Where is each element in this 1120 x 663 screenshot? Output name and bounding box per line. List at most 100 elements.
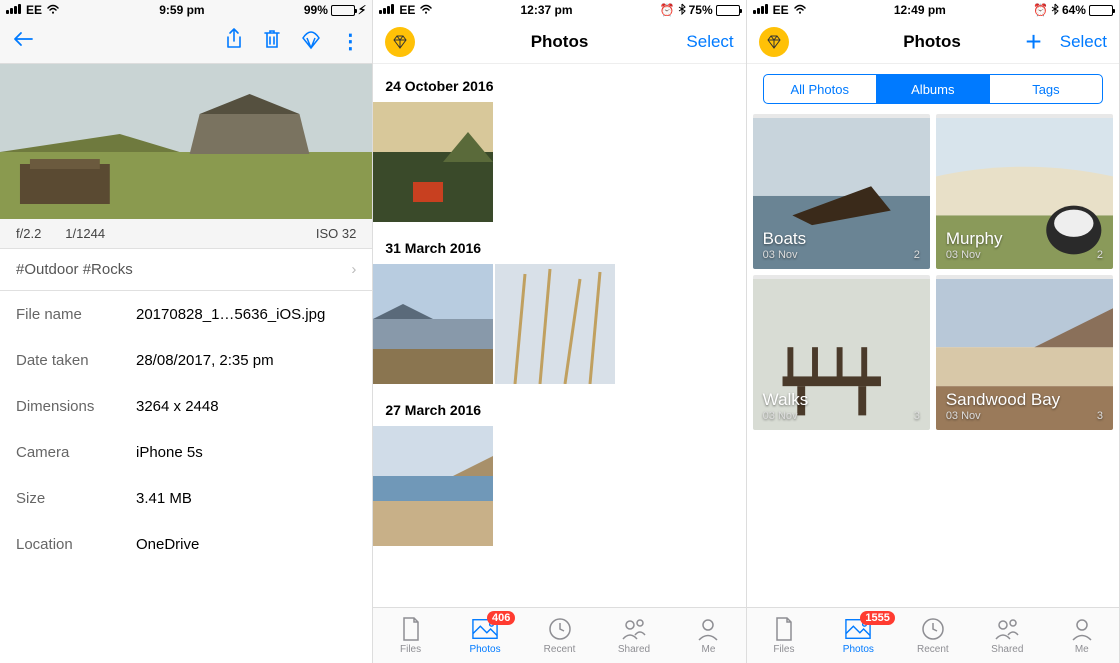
photo-preview[interactable] bbox=[0, 64, 372, 219]
filename-value: 20170828_1…5636_iOS.jpg bbox=[136, 306, 325, 323]
datetaken-label: Date taken bbox=[16, 352, 136, 369]
aperture-value: f/2.2 bbox=[16, 226, 41, 241]
album-sandwood-bay[interactable]: Sandwood Bay 03 Nov3 bbox=[936, 275, 1113, 430]
location-value: OneDrive bbox=[136, 536, 199, 553]
album-count: 3 bbox=[1097, 410, 1103, 422]
segment-tags[interactable]: Tags bbox=[990, 75, 1102, 103]
person-icon bbox=[695, 616, 721, 642]
tab-recent[interactable]: Recent bbox=[522, 608, 596, 663]
person-icon bbox=[1069, 616, 1095, 642]
status-bar: EE 9:59 pm 99% ⚡︎ bbox=[0, 0, 372, 20]
segmented-control: All Photos Albums Tags bbox=[763, 74, 1103, 104]
premium-badge-icon[interactable] bbox=[759, 27, 789, 57]
segment-albums[interactable]: Albums bbox=[877, 75, 990, 103]
size-label: Size bbox=[16, 490, 136, 507]
tab-files[interactable]: Files bbox=[373, 608, 447, 663]
iso-value: ISO 32 bbox=[316, 226, 356, 241]
alarm-icon: ⏰ bbox=[660, 3, 675, 17]
photo-thumbnail[interactable] bbox=[373, 264, 493, 384]
tab-files[interactable]: Files bbox=[747, 608, 821, 663]
album-date: 03 Nov bbox=[763, 249, 798, 261]
charging-icon: ⚡︎ bbox=[358, 3, 366, 17]
tab-label: Recent bbox=[544, 644, 576, 655]
battery-icon bbox=[331, 5, 355, 16]
nav-bar: ⋮ bbox=[0, 20, 372, 64]
tab-recent[interactable]: Recent bbox=[896, 608, 970, 663]
date-header: 31 March 2016 bbox=[373, 226, 745, 264]
delete-button[interactable] bbox=[262, 28, 282, 55]
bluetooth-icon bbox=[678, 3, 686, 18]
nav-bar: Photos Select bbox=[373, 20, 745, 64]
parachute-icon[interactable] bbox=[300, 28, 322, 55]
alarm-icon: ⏰ bbox=[1033, 3, 1048, 17]
tab-bar: Files Photos 1555 Recent Shared Me bbox=[747, 607, 1119, 663]
tags-text: #Outdoor #Rocks bbox=[16, 261, 133, 278]
tab-label: Shared bbox=[991, 644, 1023, 655]
carrier-label: EE bbox=[773, 3, 789, 17]
album-date: 03 Nov bbox=[946, 249, 981, 261]
location-label: Location bbox=[16, 536, 136, 553]
battery-pct: 99% bbox=[304, 3, 328, 17]
photo-thumbnail[interactable] bbox=[495, 264, 615, 384]
tab-label: Files bbox=[400, 644, 421, 655]
shared-icon bbox=[621, 616, 647, 642]
album-name: Boats bbox=[763, 229, 920, 249]
shared-icon bbox=[994, 616, 1020, 642]
tab-label: Photos bbox=[469, 644, 500, 655]
clock-icon bbox=[547, 616, 573, 642]
signal-icon bbox=[6, 3, 22, 17]
battery-pct: 75% bbox=[689, 3, 713, 17]
signal-icon bbox=[753, 3, 769, 17]
row-location: Location OneDrive bbox=[0, 521, 372, 567]
battery-icon bbox=[716, 5, 740, 16]
albums-grid: Boats 03 Nov2 Murphy 03 Nov 2 Walks 03 No… bbox=[747, 114, 1119, 430]
add-button[interactable]: + bbox=[1025, 28, 1041, 56]
file-icon bbox=[398, 616, 424, 642]
photo-thumbnail[interactable] bbox=[373, 426, 493, 546]
file-icon bbox=[771, 616, 797, 642]
album-name: Murphy bbox=[946, 229, 1103, 249]
tab-photos[interactable]: Photos 406 bbox=[448, 608, 522, 663]
album-boats[interactable]: Boats 03 Nov2 bbox=[753, 114, 930, 269]
album-walks[interactable]: Walks 03 Nov3 bbox=[753, 275, 930, 430]
badge-count: 1555 bbox=[860, 611, 894, 625]
row-filename: File name 20170828_1…5636_iOS.jpg bbox=[0, 291, 372, 337]
clock: 12:49 pm bbox=[894, 3, 946, 17]
more-button[interactable]: ⋮ bbox=[340, 29, 360, 54]
battery-icon bbox=[1089, 5, 1113, 16]
back-button[interactable] bbox=[12, 28, 34, 55]
tab-me[interactable]: Me bbox=[671, 608, 745, 663]
clock-icon bbox=[920, 616, 946, 642]
album-murphy[interactable]: Murphy 03 Nov 2 bbox=[936, 114, 1113, 269]
photo-thumbnail[interactable] bbox=[373, 102, 493, 222]
datetaken-value: 28/08/2017, 2:35 pm bbox=[136, 352, 274, 369]
page-title: Photos bbox=[465, 32, 653, 52]
share-button[interactable] bbox=[224, 27, 244, 56]
badge-count: 406 bbox=[487, 611, 515, 625]
camera-value: iPhone 5s bbox=[136, 444, 203, 461]
nav-bar: Photos + Select bbox=[747, 20, 1119, 64]
row-dimensions: Dimensions 3264 x 2448 bbox=[0, 383, 372, 429]
album-date: 03 Nov bbox=[946, 410, 981, 422]
photos-content[interactable]: 24 October 2016 31 March 2016 27 March 2… bbox=[373, 64, 745, 663]
tab-label: Files bbox=[773, 644, 794, 655]
album-count: 2 bbox=[1097, 249, 1103, 261]
tab-me[interactable]: Me bbox=[1045, 608, 1119, 663]
album-date: 03 Nov bbox=[763, 410, 798, 422]
select-button[interactable]: Select bbox=[1060, 32, 1107, 52]
tab-shared[interactable]: Shared bbox=[597, 608, 671, 663]
album-name: Walks bbox=[763, 390, 920, 410]
camera-meta-row: f/2.2 1/1244 ISO 32 bbox=[0, 219, 372, 249]
carrier-label: EE bbox=[399, 3, 415, 17]
filename-label: File name bbox=[16, 306, 136, 323]
battery-pct: 64% bbox=[1062, 3, 1086, 17]
tab-bar: Files Photos 406 Recent Shared Me bbox=[373, 607, 745, 663]
tab-photos[interactable]: Photos 1555 bbox=[821, 608, 895, 663]
premium-badge-icon[interactable] bbox=[385, 27, 415, 57]
date-header: 24 October 2016 bbox=[373, 64, 745, 102]
tags-row[interactable]: #Outdoor #Rocks › bbox=[0, 249, 372, 291]
row-size: Size 3.41 MB bbox=[0, 475, 372, 521]
select-button[interactable]: Select bbox=[686, 32, 733, 52]
segment-all-photos[interactable]: All Photos bbox=[764, 75, 877, 103]
tab-shared[interactable]: Shared bbox=[970, 608, 1044, 663]
